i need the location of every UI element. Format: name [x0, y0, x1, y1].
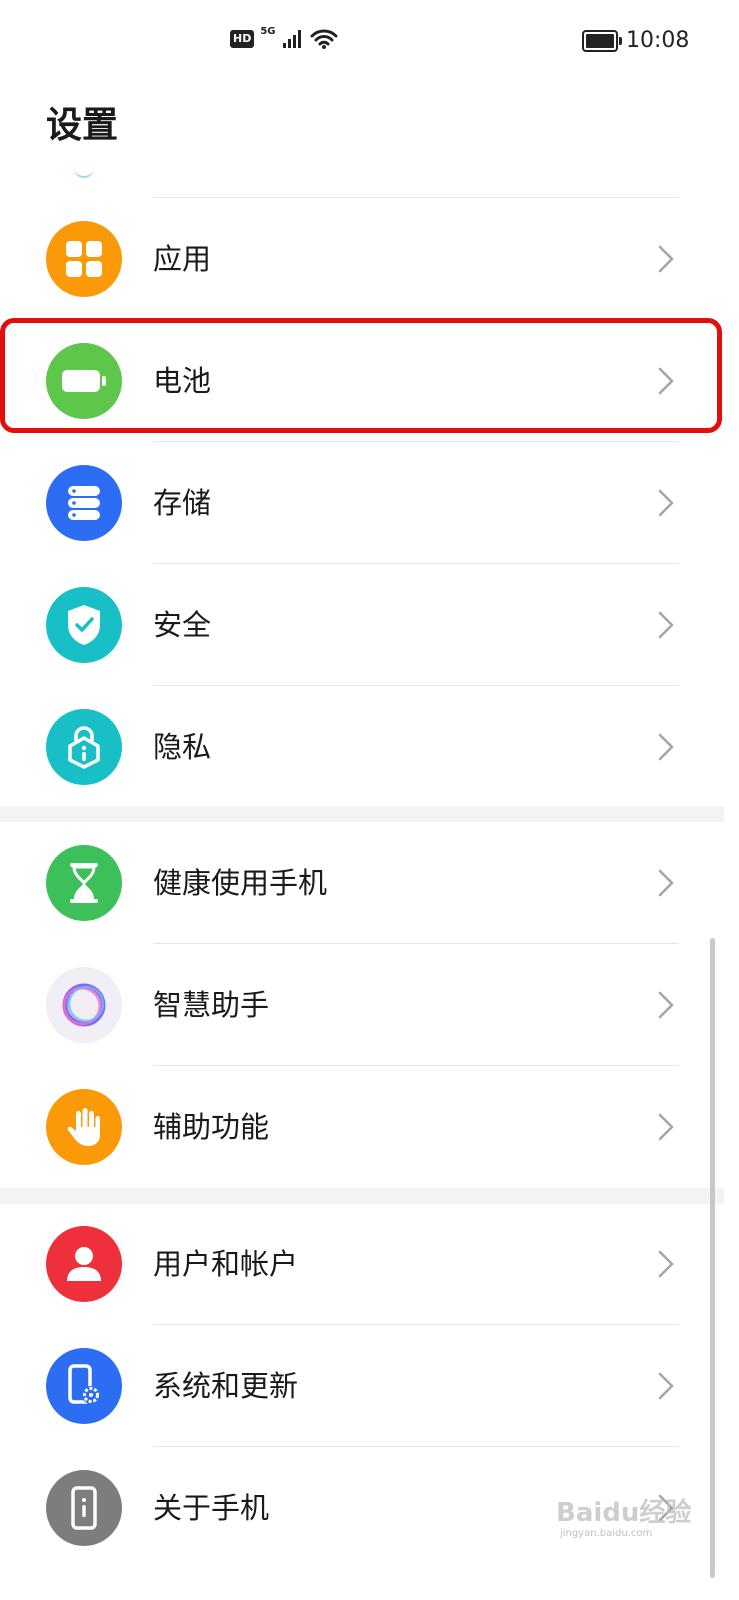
settings-item-users-accounts[interactable]: 用户和帐户: [0, 1203, 724, 1325]
hd-badge: HD: [230, 30, 255, 48]
battery-status-icon: [582, 29, 622, 52]
phone-info-icon: [46, 1470, 122, 1546]
hourglass-icon: [46, 845, 122, 921]
settings-item-label: 辅助功能: [153, 1110, 270, 1144]
clock: 10:08: [626, 28, 690, 53]
watermark: Baidu经验: [556, 1498, 692, 1528]
settings-item-label: 应用: [153, 242, 212, 276]
partial-item-icon: [74, 168, 94, 178]
battery-icon: [46, 343, 122, 419]
settings-item-label: 安全: [153, 608, 212, 642]
shield-check-icon: [46, 587, 122, 663]
page-title: 设置: [46, 105, 119, 146]
chevron-right-icon: [658, 991, 674, 1019]
settings-item-smart-assistant[interactable]: 智慧助手: [0, 944, 724, 1066]
privacy-lock-icon: [46, 709, 122, 785]
settings-group-2: 健康使用手机 智慧助手 辅助功能: [0, 822, 724, 1188]
chevron-right-icon: [658, 1113, 674, 1141]
user-icon: [46, 1226, 122, 1302]
settings-item-accessibility[interactable]: 辅助功能: [0, 1066, 724, 1188]
chevron-right-icon: [658, 367, 674, 395]
chevron-right-icon: [658, 611, 674, 639]
storage-icon: [46, 465, 122, 541]
settings-item-label: 存储: [153, 486, 212, 520]
settings-item-system-update[interactable]: 系统和更新: [0, 1325, 724, 1447]
scrollbar[interactable]: [710, 938, 715, 1578]
chevron-right-icon: [658, 869, 674, 897]
settings-item-label: 关于手机: [153, 1491, 270, 1525]
wifi-icon: [310, 29, 338, 49]
status-bar: HD 5G 10:08: [0, 0, 739, 80]
settings-item-digital-balance[interactable]: 健康使用手机: [0, 822, 724, 944]
watermark-url: jingyan.baidu.com: [560, 1528, 653, 1539]
settings-item-label: 智慧助手: [153, 988, 270, 1022]
chevron-right-icon: [658, 489, 674, 517]
settings-item-privacy[interactable]: 隐私: [0, 686, 724, 808]
settings-item-label: 用户和帐户: [153, 1247, 299, 1281]
apps-grid-icon: [46, 221, 122, 297]
settings-item-label: 隐私: [153, 730, 212, 764]
settings-item-security[interactable]: 安全: [0, 564, 724, 686]
settings-item-battery[interactable]: 电池: [0, 320, 724, 442]
status-icons: HD 5G: [230, 25, 338, 50]
network-type: 5G: [260, 25, 276, 37]
chevron-right-icon: [658, 733, 674, 761]
settings-group-1: 应用 电池 存储 安全 隐私: [0, 198, 724, 808]
battery-status: 10:08: [582, 28, 689, 53]
chevron-right-icon: [658, 245, 674, 273]
assistant-ring-icon: [46, 967, 122, 1043]
settings-item-storage[interactable]: 存储: [0, 442, 724, 564]
hand-icon: [46, 1089, 122, 1165]
chevron-right-icon: [658, 1372, 674, 1400]
section-separator: [0, 806, 724, 822]
settings-item-label: 健康使用手机: [153, 866, 328, 900]
section-separator: [0, 1188, 724, 1204]
settings-item-label: 电池: [153, 364, 212, 398]
chevron-right-icon: [658, 1250, 674, 1278]
phone-gear-icon: [46, 1348, 122, 1424]
settings-item-label: 系统和更新: [153, 1369, 299, 1403]
signal-icon: [282, 30, 301, 48]
settings-item-apps[interactable]: 应用: [0, 198, 724, 320]
